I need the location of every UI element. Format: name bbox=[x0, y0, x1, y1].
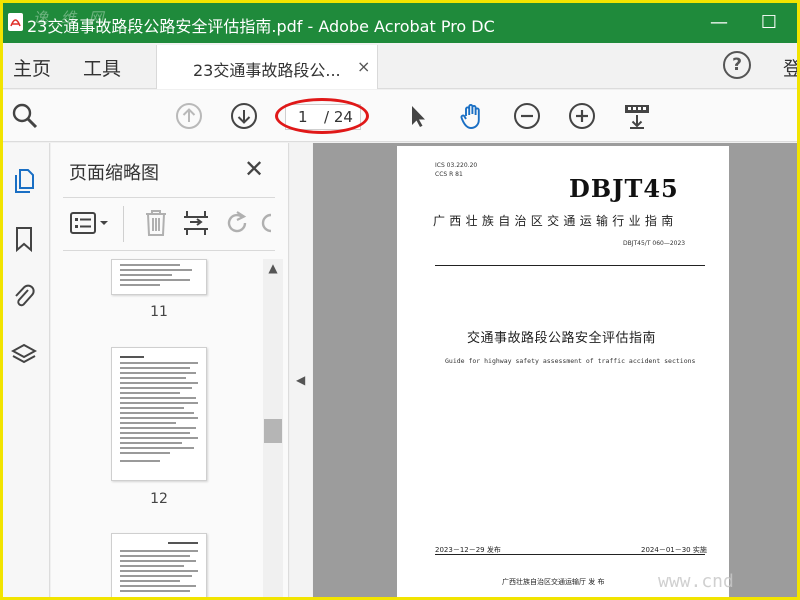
page-thumbnails-icon[interactable] bbox=[11, 167, 37, 195]
main-toolbar: 1 / 24 bbox=[3, 90, 797, 142]
close-panel-icon[interactable]: ✕ bbox=[244, 155, 264, 183]
document-title: 交通事故路段公路安全评估指南 bbox=[467, 331, 657, 346]
watermark-text: www.cnd bbox=[658, 571, 734, 592]
zoom-in-icon[interactable] bbox=[568, 102, 596, 130]
acrobat-logo-icon bbox=[8, 13, 23, 31]
help-icon[interactable]: ? bbox=[723, 51, 751, 79]
document-view[interactable]: ICS 03.220.20 CCS R 81 DBJT45 广西壮族自治区交通运… bbox=[313, 143, 797, 597]
attachments-icon[interactable] bbox=[11, 283, 37, 311]
tab-home[interactable]: 主页 bbox=[13, 54, 51, 81]
collapse-arrow-icon[interactable]: ◀ bbox=[296, 373, 305, 387]
bookmarks-icon[interactable] bbox=[11, 225, 37, 253]
delete-page-icon[interactable] bbox=[141, 208, 171, 238]
scroll-up-arrow[interactable]: ▲ bbox=[263, 261, 283, 277]
divider-line bbox=[435, 265, 705, 266]
window-title: 23交通事故路段公路安全评估指南.pdf - Adobe Acrobat Pro… bbox=[27, 17, 495, 36]
publisher: 广西壮族自治区交通运输厅 发 布 bbox=[502, 578, 605, 586]
pdf-page: ICS 03.220.20 CCS R 81 DBJT45 广西壮族自治区交通运… bbox=[397, 146, 729, 597]
minimize-button[interactable]: — bbox=[705, 11, 733, 35]
page-thumbnail-13[interactable] bbox=[111, 533, 207, 597]
thumbnail-options-icon[interactable] bbox=[69, 208, 113, 238]
scrollbar-thumb[interactable] bbox=[264, 419, 282, 443]
document-tab-label: 23交通事故路段公... bbox=[193, 61, 341, 80]
page-thumbnail-12[interactable] bbox=[111, 347, 207, 481]
panel-toolbar bbox=[63, 197, 275, 251]
hand-tool-icon[interactable] bbox=[458, 102, 486, 130]
annotation-oval bbox=[275, 98, 369, 134]
tab-tools[interactable]: 工具 bbox=[83, 54, 121, 81]
ics-code: ICS 03.220.20 bbox=[435, 162, 478, 169]
maximize-button[interactable]: ☐ bbox=[755, 11, 783, 35]
panel-title: 页面缩略图 bbox=[69, 163, 159, 184]
issuing-organization: 广西壮族自治区交通运输行业指南 bbox=[433, 214, 678, 228]
thumbnail-label: 12 bbox=[150, 491, 168, 507]
select-cursor-icon[interactable] bbox=[403, 102, 431, 130]
previous-page-icon[interactable] bbox=[175, 102, 203, 130]
tab-document[interactable]: 23交通事故路段公... × bbox=[156, 45, 378, 89]
navigation-rail bbox=[3, 143, 50, 597]
english-title: Guide for highway safety assessment of t… bbox=[445, 357, 696, 365]
zoom-out-icon[interactable] bbox=[513, 102, 541, 130]
thumbnail-label: 11 bbox=[150, 304, 168, 320]
layers-icon[interactable] bbox=[11, 341, 37, 369]
next-page-icon[interactable] bbox=[230, 102, 258, 130]
close-tab-icon[interactable]: × bbox=[357, 57, 370, 76]
page-display-icon[interactable] bbox=[623, 102, 651, 130]
ccs-code: CCS R 81 bbox=[435, 171, 463, 178]
rotate-page-icon[interactable] bbox=[223, 208, 253, 238]
rotate-clockwise-icon[interactable] bbox=[261, 208, 275, 238]
thumbnails-panel: 页面缩略图 ✕ ▲ 11 12 bbox=[51, 143, 289, 597]
thumbnails-scrollbar[interactable]: ▲ bbox=[263, 259, 283, 597]
standard-number: DBJT45/T 060—2023 bbox=[623, 240, 686, 247]
app-window: 逸 维 网 23交通事故路段公路安全评估指南.pdf - Adobe Acrob… bbox=[0, 0, 800, 600]
divider-line bbox=[435, 554, 705, 555]
insert-page-icon[interactable] bbox=[181, 208, 211, 238]
panel-collapse-handle[interactable]: ◀ bbox=[290, 143, 312, 597]
page-thumbnail-11[interactable] bbox=[111, 259, 207, 295]
search-icon[interactable] bbox=[11, 102, 39, 130]
toolbar-divider bbox=[123, 206, 124, 242]
tab-bar: 主页 工具 23交通事故路段公... × ? 登录 bbox=[3, 43, 797, 89]
signin-button[interactable]: 登录 bbox=[783, 54, 797, 81]
standard-logo: DBJT45 bbox=[569, 174, 679, 203]
title-bar: 逸 维 网 23交通事故路段公路安全评估指南.pdf - Adobe Acrob… bbox=[3, 3, 797, 43]
